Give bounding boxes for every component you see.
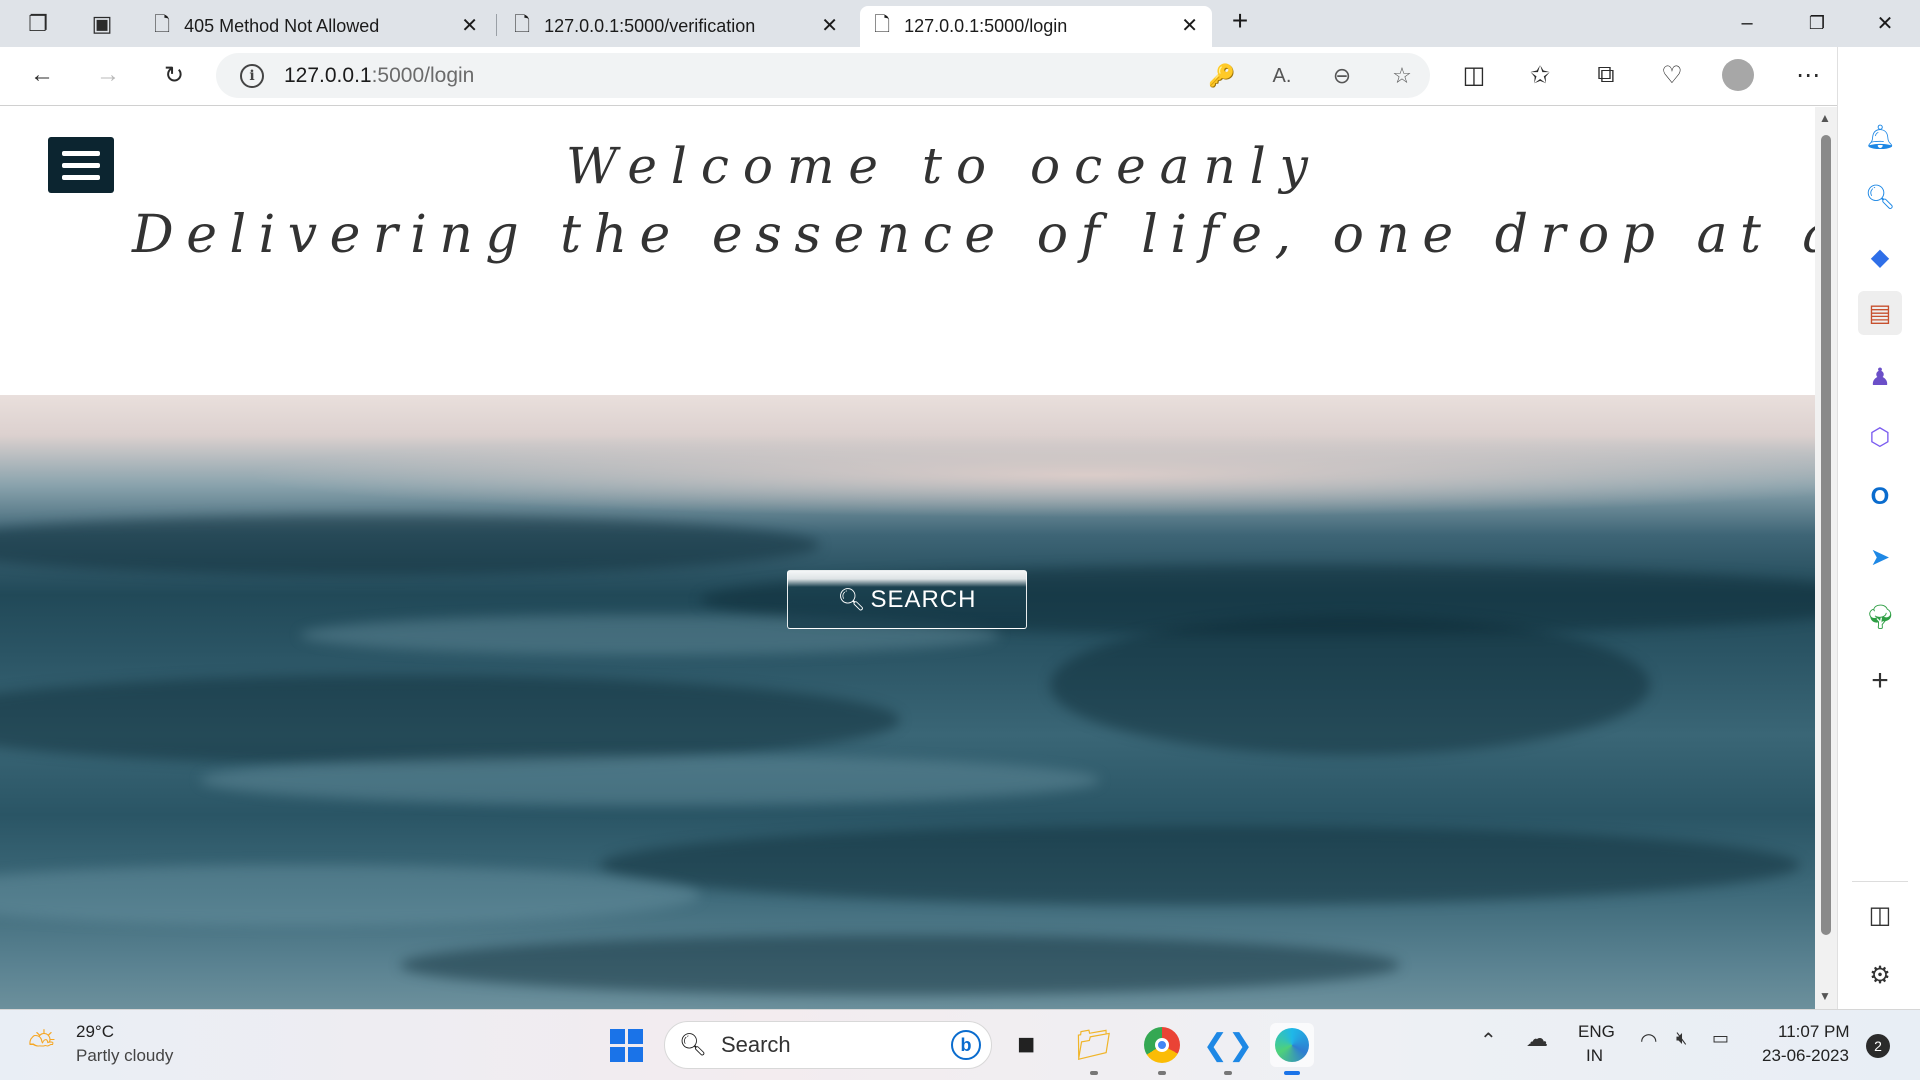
welcome-heading: Welcome to oceanly [566, 137, 1322, 195]
add-sidebar-app-icon[interactable]: + [1858, 659, 1902, 703]
tagline-heading: Delivering the essence of life, one drop… [132, 205, 1815, 265]
windows-taskbar: ⛅︎ 29°C Partly cloudy 🔍︎ Search b ■ 📁︎ ❮… [0, 1009, 1920, 1080]
weather-icon[interactable]: ⛅︎ [28, 1026, 55, 1065]
search-button[interactable]: 🔍︎ SEARCH [787, 570, 1027, 629]
zoom-icon[interactable]: ⊖ [1322, 56, 1362, 96]
scroll-down-icon[interactable]: ▼ [1819, 989, 1831, 1003]
search-icon[interactable]: 🔍︎ [1858, 175, 1902, 219]
wifi-icon[interactable]: ◠ [1640, 1028, 1657, 1053]
page-icon: 🗋 [874, 13, 891, 36]
split-screen-icon[interactable]: ◫ [1454, 55, 1494, 95]
weather-temp[interactable]: 29°C [76, 1022, 114, 1042]
scrollbar-thumb[interactable] [1821, 135, 1831, 935]
shopping-tag-icon[interactable]: ◆ [1858, 235, 1902, 279]
language-indicator-bottom[interactable]: IN [1586, 1046, 1603, 1066]
minimize-button[interactable]: – [1727, 8, 1767, 38]
restore-button[interactable]: ❐ [1797, 8, 1837, 38]
search-icon: 🔍︎ [679, 1032, 707, 1057]
tab-title: 127.0.0.1:5000/login [904, 16, 1068, 36]
tab-verification[interactable]: 🗋 127.0.0.1:5000/verification ✕ [500, 6, 852, 47]
vscode-icon[interactable]: ❮❯ [1203, 1023, 1253, 1075]
onedrive-cloud-icon[interactable]: ☁︎ [1526, 1026, 1548, 1052]
start-windows-icon[interactable] [604, 1023, 648, 1067]
tab-divider [496, 14, 497, 36]
volume-muted-icon[interactable]: 🔇︎ [1676, 1028, 1687, 1049]
site-info-icon[interactable]: i [240, 63, 264, 88]
close-icon[interactable]: ✕ [821, 16, 838, 36]
tab-strip: ❐ ▣ 🗋 405 Method Not Allowed ✕ 🗋 127.0.0… [0, 0, 1920, 47]
send-icon[interactable]: ➤ [1858, 535, 1902, 579]
edge-sidebar: 🔔︎ 🔍︎ ◆ ▤ ♟ ⬡ O ➤ 🌳︎ + ◫ ⚙ [1837, 47, 1920, 1009]
favorites-icon[interactable]: ✩ [1520, 55, 1560, 95]
tree-icon[interactable]: 🌳︎ [1858, 595, 1902, 639]
more-menu-icon[interactable]: ⋯ [1788, 55, 1828, 95]
hide-sidebar-icon[interactable]: ◫ [1858, 893, 1902, 937]
favorite-star-icon[interactable]: ☆ [1382, 56, 1422, 96]
forward-button[interactable]: → [88, 55, 128, 95]
menu-bar [62, 150, 100, 156]
address-bar[interactable]: i 127.0.0.1:5000/login 🔑 A. ⊖ ☆ [216, 53, 1430, 98]
clock-time[interactable]: 11:07 PM [1778, 1022, 1850, 1042]
taskbar-search[interactable]: 🔍︎ Search b [664, 1021, 992, 1069]
close-icon[interactable]: ✕ [1181, 16, 1198, 36]
ocean-hero-image [0, 395, 1815, 1009]
search-button-label: SEARCH [870, 585, 977, 613]
tab-login[interactable]: 🗋 127.0.0.1:5000/login ✕ [860, 6, 1212, 47]
tab-title: 127.0.0.1:5000/verification [544, 16, 756, 36]
tab-actions-icon[interactable]: ▣ [82, 4, 122, 44]
page-icon: 🗋 [154, 13, 171, 36]
workspaces-icon[interactable]: ❐ [18, 4, 58, 44]
clock-date[interactable]: 23-06-2023 [1762, 1046, 1849, 1066]
language-indicator-top[interactable]: ENG [1578, 1022, 1615, 1042]
file-explorer-icon[interactable]: 📁︎ [1072, 1023, 1116, 1075]
chrome-icon[interactable] [1140, 1023, 1184, 1075]
weather-description[interactable]: Partly cloudy [76, 1046, 173, 1066]
close-icon[interactable]: ✕ [461, 16, 478, 36]
scroll-up-icon[interactable]: ▲ [1819, 111, 1831, 125]
hamburger-menu-button[interactable] [48, 137, 114, 193]
page-icon: 🗋 [514, 13, 531, 36]
menu-bar [62, 162, 100, 168]
tools-icon[interactable]: ▤ [1858, 291, 1902, 335]
battery-icon[interactable]: ▭ [1712, 1028, 1729, 1049]
collections-icon[interactable]: ⧉ [1586, 55, 1626, 95]
tab-title: 405 Method Not Allowed [184, 16, 380, 36]
notification-count-badge[interactable]: 2 [1866, 1034, 1890, 1058]
page-scrollbar[interactable]: ▲ ▼ [1815, 107, 1837, 1009]
key-icon[interactable]: 🔑 [1202, 56, 1242, 96]
task-view-icon[interactable]: ■ [1004, 1023, 1048, 1067]
close-window-button[interactable]: ✕ [1865, 8, 1905, 38]
browser-toolbar: ← → ↻ i 127.0.0.1:5000/login 🔑 A. ⊖ ☆ ◫ … [0, 47, 1920, 106]
page-viewport: Welcome to oceanly Delivering the essenc… [0, 107, 1815, 1009]
search-icon: 🔍︎ [837, 586, 867, 612]
notification-bell-icon[interactable]: 🔔︎ [1858, 115, 1902, 159]
tab-405[interactable]: 🗋 405 Method Not Allowed ✕ [140, 6, 492, 47]
sidebar-divider [1852, 881, 1908, 882]
edge-icon[interactable] [1270, 1023, 1314, 1075]
bing-icon: b [951, 1030, 981, 1060]
read-aloud-icon[interactable]: A. [1262, 56, 1302, 96]
url-text: 127.0.0.1:5000/login [284, 63, 475, 87]
microsoft365-icon[interactable]: ⬡ [1858, 415, 1902, 459]
menu-bar [62, 174, 100, 180]
refresh-button[interactable]: ↻ [154, 55, 194, 95]
back-button[interactable]: ← [22, 55, 62, 95]
performance-icon[interactable]: ♡ [1652, 55, 1692, 95]
show-hidden-icons-chevron[interactable]: ⌃ [1480, 1028, 1497, 1053]
taskbar-search-label: Search [720, 1032, 791, 1057]
games-icon[interactable]: ♟ [1858, 355, 1902, 399]
new-tab-button[interactable]: + [1220, 5, 1260, 36]
outlook-icon[interactable]: O [1858, 475, 1902, 519]
profile-avatar[interactable] [1718, 55, 1758, 95]
settings-gear-icon[interactable]: ⚙ [1858, 953, 1902, 997]
